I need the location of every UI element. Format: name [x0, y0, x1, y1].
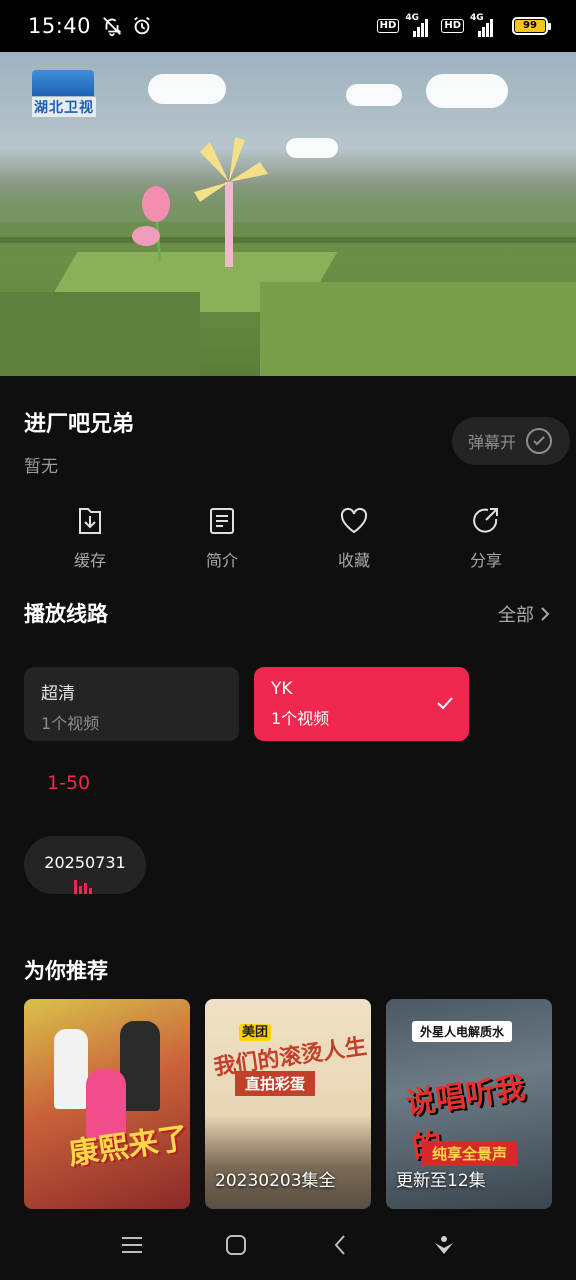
battery-level: 99 [515, 20, 545, 32]
poster-tag: 直拍彩蛋 [235, 1071, 316, 1096]
checkmark-icon [437, 697, 453, 710]
share-button[interactable]: 分享 [420, 505, 552, 571]
check-circle-icon [526, 428, 553, 454]
route-count: 1个视频 [41, 714, 100, 733]
hd-badge: HD [376, 19, 400, 33]
see-all-link[interactable]: 全部 [498, 601, 550, 627]
danmaku-label: 弹幕开 [468, 433, 517, 452]
home-button[interactable] [216, 1225, 256, 1265]
back-button[interactable] [320, 1225, 360, 1265]
system-nav-bar [0, 1210, 576, 1280]
document-icon [210, 508, 234, 534]
hd-badge-2: HD [441, 19, 464, 33]
back-icon [334, 1235, 345, 1255]
card-caption: 更新至12集 [396, 1171, 486, 1191]
recommend-grid: 康熙来了 美团 我们的滚烫人生 直拍彩蛋 20230203集全 外星人电解质水 … [24, 999, 552, 1209]
flower-illustration [132, 186, 170, 262]
route-name: 超清 [41, 684, 75, 704]
recommend-card[interactable]: 美团 我们的滚烫人生 直拍彩蛋 20230203集全 [205, 999, 371, 1209]
brand-badge: 外星人电解质水 [412, 1021, 513, 1042]
windmill-illustration [194, 137, 268, 267]
assistant-icon [435, 1236, 453, 1254]
cache-label: 缓存 [73, 551, 106, 570]
mute-bell-icon [103, 17, 122, 37]
favorite-label: 收藏 [337, 551, 370, 570]
alarm-icon [134, 16, 150, 35]
route-count: 1个视频 [271, 709, 330, 728]
heart-icon [340, 507, 368, 534]
danmaku-toggle[interactable]: 弹幕开 [452, 417, 570, 465]
chevron-right-icon [541, 607, 550, 621]
route-card-chaoqing[interactable]: 超清 1个视频 [24, 667, 239, 741]
status-bar: 15:40 HD 4G HD 4G 99 [0, 0, 576, 52]
video-player[interactable]: 湖北卫视 [0, 52, 576, 376]
show-title: 进厂吧兄弟 [24, 412, 135, 437]
favorite-button[interactable]: 收藏 [288, 505, 420, 571]
intro-label: 简介 [205, 551, 238, 570]
signal-icon: 4G [405, 13, 435, 37]
poster-tag: 纯享全景声 [422, 1141, 518, 1166]
card-caption: 20230203集全 [215, 1171, 336, 1191]
playing-indicator-icon [74, 880, 92, 894]
routes-title: 播放线路 [24, 602, 108, 626]
action-bar: 缓存 简介 收藏 分享 [24, 505, 552, 571]
menu-icon [122, 1237, 142, 1253]
assistant-button[interactable] [424, 1225, 464, 1265]
recommend-title: 为你推荐 [24, 959, 108, 983]
intro-button[interactable]: 简介 [156, 505, 288, 571]
show-subtitle: 暂无 [24, 457, 58, 477]
share-label: 分享 [469, 551, 502, 570]
battery-icon: 99 [512, 17, 551, 35]
episode-range-tab[interactable]: 1-50 [47, 772, 90, 794]
share-icon [473, 508, 498, 533]
download-icon [79, 508, 101, 534]
home-icon [226, 1235, 246, 1255]
cache-button[interactable]: 缓存 [24, 505, 156, 571]
channel-logo: 湖北卫视 [32, 70, 96, 117]
recommend-card[interactable]: 外星人电解质水 说唱听我的 纯享全景声 更新至12集 [386, 999, 552, 1209]
menu-button[interactable] [112, 1225, 152, 1265]
status-time: 15:40 [28, 14, 92, 38]
signal-icon-2: 4G [470, 13, 500, 37]
recommend-card[interactable]: 康熙来了 [24, 999, 190, 1209]
brand-badge: 美团 [239, 1024, 272, 1041]
route-card-yk[interactable]: YK 1个视频 [254, 667, 469, 741]
see-all-label: 全部 [498, 605, 534, 626]
route-name: YK [271, 679, 293, 699]
